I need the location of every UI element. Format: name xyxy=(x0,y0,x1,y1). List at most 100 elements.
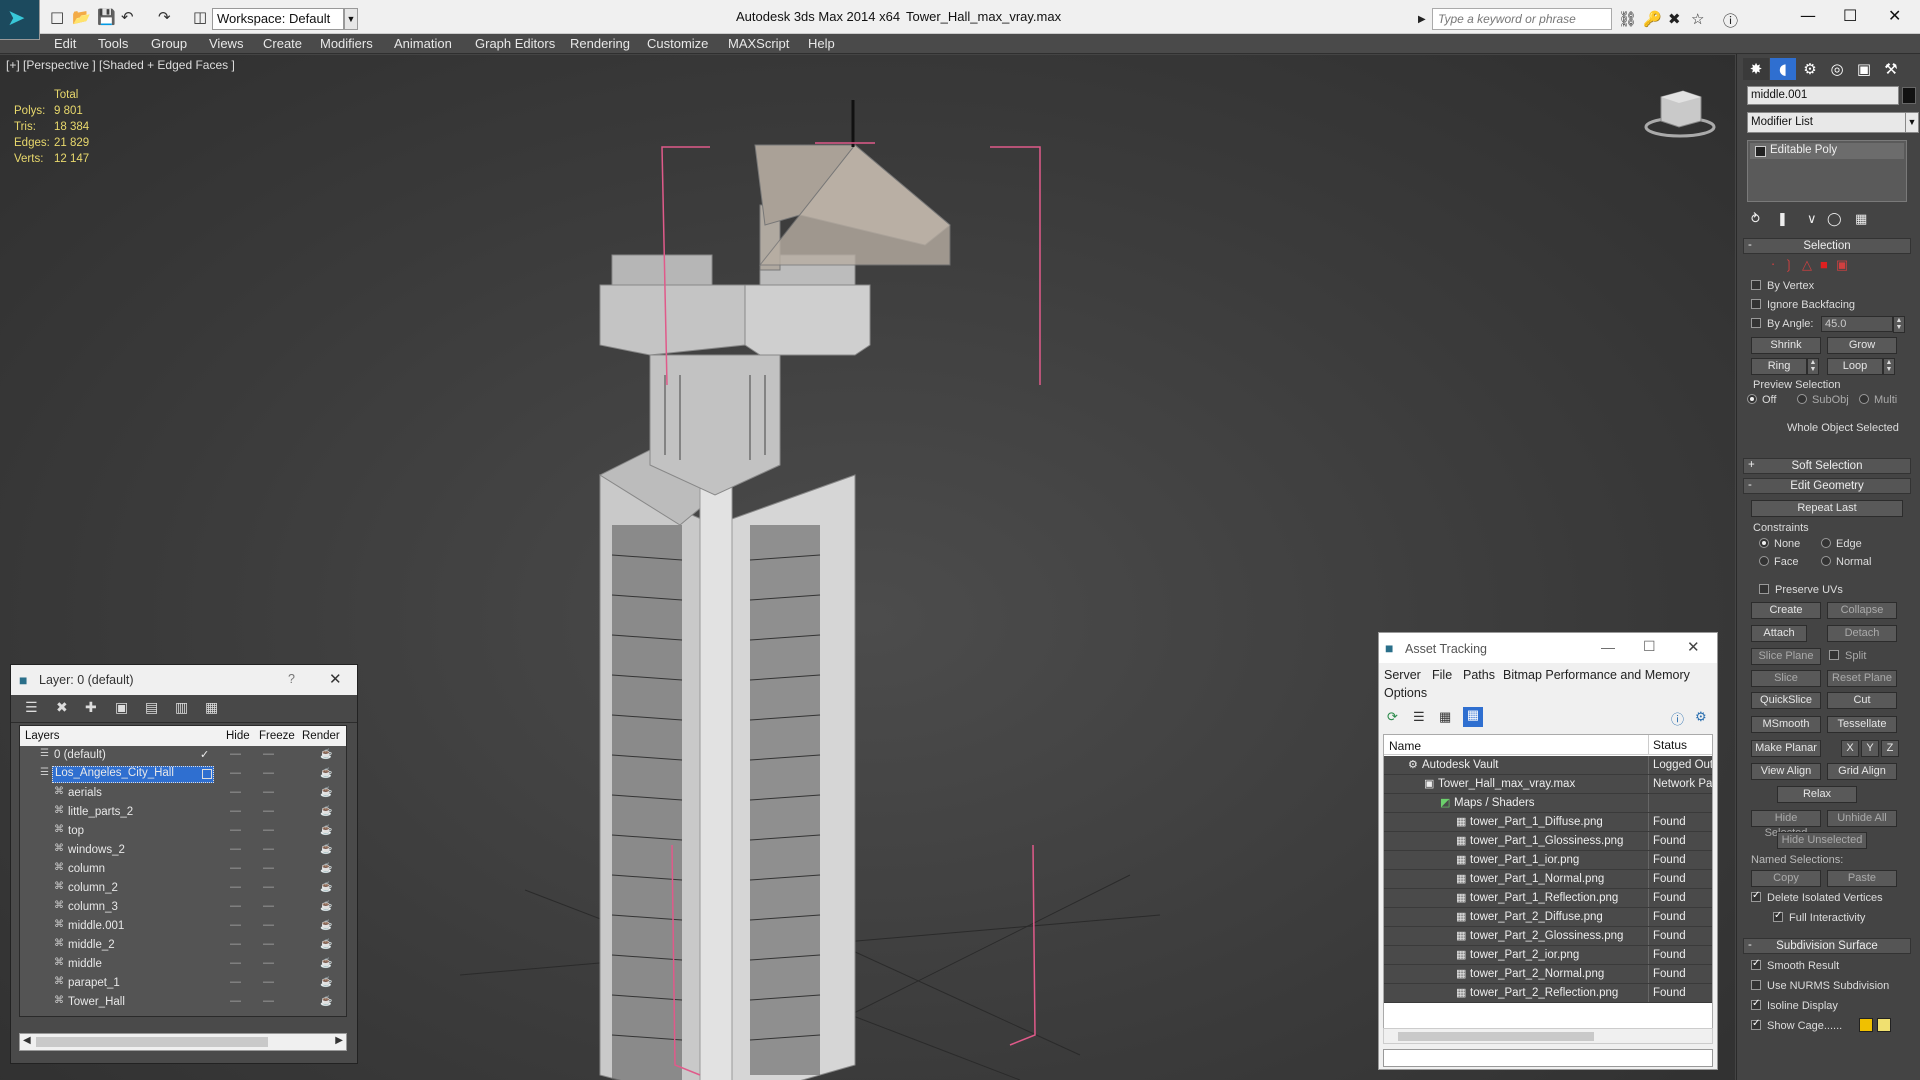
hide-toggle[interactable]: — xyxy=(230,919,241,931)
hide-toggle[interactable]: — xyxy=(230,824,241,836)
render-teapot-icon[interactable]: ☕ xyxy=(320,901,332,912)
preview-multi-radio[interactable]: Multi xyxy=(1859,394,1897,406)
utilities-tab-icon[interactable]: ⚒ xyxy=(1878,58,1904,80)
layer-row[interactable]: ⌘ column_2 — — ☕ xyxy=(20,879,346,898)
layer-list[interactable]: Layers Hide Freeze Render ☰ 0 (default) ✓ —… xyxy=(19,725,347,1017)
column-status[interactable]: Status xyxy=(1648,735,1687,755)
asset-row[interactable]: ▦ tower_Part_1_Diffuse.png Found xyxy=(1384,813,1712,832)
render-teapot-icon[interactable]: ☕ xyxy=(320,958,332,969)
cut-button[interactable]: Cut xyxy=(1827,692,1897,709)
create-tab-icon[interactable]: ✸ xyxy=(1743,58,1769,80)
isoline-display-checkbox[interactable]: Isoline Display xyxy=(1751,998,1838,1012)
cage-color-swatch-1[interactable] xyxy=(1859,1018,1873,1032)
layer-name[interactable]: column xyxy=(68,863,105,875)
freeze-toggle[interactable]: — xyxy=(263,824,274,836)
layer-name[interactable]: parapet_1 xyxy=(68,977,120,989)
scroll-right-icon[interactable]: ▶ xyxy=(335,1035,343,1046)
chevron-down-icon[interactable]: ▼ xyxy=(1905,112,1919,133)
help-icon[interactable]: ⓘ xyxy=(1723,10,1738,31)
menu-server[interactable]: Server xyxy=(1384,668,1421,682)
layer-row[interactable]: ⌘ middle_2 — — ☕ xyxy=(20,936,346,955)
copy-button[interactable]: Copy xyxy=(1751,870,1821,887)
split-checkbox[interactable]: Split xyxy=(1829,650,1866,662)
select-in-layer-icon[interactable]: ▤ xyxy=(145,700,158,716)
hide-toggle[interactable]: — xyxy=(230,767,241,779)
tessellate-button[interactable]: Tessellate xyxy=(1827,716,1897,733)
reset-plane-button[interactable]: Reset Plane xyxy=(1827,670,1897,687)
menu-customize[interactable]: Customize xyxy=(647,36,708,51)
highlight-layer-icon[interactable]: ▥ xyxy=(175,700,188,716)
layer-name[interactable]: middle xyxy=(68,958,102,970)
preview-off-radio[interactable]: Off xyxy=(1747,394,1776,406)
collapse-button[interactable]: Collapse xyxy=(1827,602,1897,619)
asset-row[interactable]: ▦ tower_Part_1_Reflection.png Found xyxy=(1384,889,1712,908)
layer-row[interactable]: ⌘ column — — ☕ xyxy=(20,860,346,879)
selection-rollout[interactable]: - Selection xyxy=(1743,238,1911,254)
planar-x-button[interactable]: X xyxy=(1841,740,1859,757)
ring-spinner[interactable]: ▲ ▼ xyxy=(1807,358,1819,375)
freeze-toggle[interactable]: — xyxy=(263,995,274,1007)
render-teapot-icon[interactable]: ☕ xyxy=(320,768,332,779)
render-teapot-icon[interactable]: ☕ xyxy=(320,882,332,893)
favorites-star-icon[interactable]: ☆ xyxy=(1691,10,1704,28)
render-teapot-icon[interactable]: ☕ xyxy=(320,939,332,950)
menu-create[interactable]: Create xyxy=(263,36,302,51)
constraint-normal-radio[interactable]: Normal xyxy=(1821,556,1871,568)
viewcube-icon[interactable] xyxy=(1643,87,1717,139)
layer-row[interactable]: ⌘ Tower_Hall — — ☕ xyxy=(20,993,346,1012)
remove-modifier-icon[interactable]: ◯ xyxy=(1827,212,1842,227)
layer-name[interactable]: windows_2 xyxy=(68,844,125,856)
layer-row[interactable]: ⌘ top — — ☕ xyxy=(20,822,346,841)
set-current-layer-icon[interactable] xyxy=(202,769,212,779)
layer-row[interactable]: ⌘ little_parts_2 — — ☕ xyxy=(20,803,346,822)
smooth-result-checkbox[interactable]: Smooth Result xyxy=(1751,958,1839,972)
shrink-button[interactable]: Shrink xyxy=(1751,337,1821,354)
maximize-icon[interactable]: ☐ xyxy=(1843,6,1857,25)
workspace-select[interactable]: Workspace: Default xyxy=(212,8,344,30)
menu-paths[interactable]: Paths xyxy=(1463,668,1495,682)
layer-name[interactable]: little_parts_2 xyxy=(68,806,133,818)
by-angle-checkbox[interactable]: By Angle: xyxy=(1751,318,1813,330)
column-name[interactable]: Name xyxy=(1389,739,1421,753)
loop-spinner[interactable]: ▲ ▼ xyxy=(1883,358,1895,375)
freeze-toggle[interactable]: — xyxy=(263,919,274,931)
asset-row[interactable]: ▦ tower_Part_2_ior.png Found xyxy=(1384,946,1712,965)
hide-toggle[interactable]: — xyxy=(230,995,241,1007)
show-cage-checkbox[interactable]: Show Cage...... xyxy=(1751,1018,1842,1032)
delete-isolated-checkbox[interactable]: Delete Isolated Vertices xyxy=(1751,890,1883,904)
freeze-toggle[interactable]: — xyxy=(263,805,274,817)
render-teapot-icon[interactable]: ☕ xyxy=(320,920,332,931)
freeze-toggle[interactable]: — xyxy=(263,767,274,779)
hide-selected-button[interactable]: Hide Selected xyxy=(1751,810,1821,839)
menu-maxscript[interactable]: MAXScript xyxy=(728,36,789,51)
column-hide[interactable]: Hide xyxy=(226,730,250,742)
loop-button[interactable]: Loop xyxy=(1827,358,1883,375)
add-to-layer-icon[interactable]: ▣ xyxy=(115,700,128,716)
layer-name[interactable]: middle.001 xyxy=(68,920,124,932)
maximize-icon[interactable]: ☐ xyxy=(1643,638,1656,655)
menu-bitmap-performance[interactable]: Bitmap Performance and Memory xyxy=(1503,668,1690,682)
layer-row[interactable]: ⌘ aerials — — ☕ xyxy=(20,784,346,803)
settings-icon[interactable]: ⚙ xyxy=(1695,709,1707,725)
preserve-uvs-checkbox[interactable]: Preserve UVs xyxy=(1759,584,1843,596)
planar-z-button[interactable]: Z xyxy=(1881,740,1899,757)
column-render[interactable]: Render xyxy=(302,730,340,742)
freeze-toggle[interactable]: — xyxy=(263,957,274,969)
close-icon[interactable]: ✕ xyxy=(1888,6,1901,25)
layer-row[interactable]: ⌘ parapet_1 — — ☕ xyxy=(20,974,346,993)
details-view-icon[interactable]: ▦ xyxy=(1439,709,1451,725)
asset-name[interactable]: Tower_Hall_max_vray.max xyxy=(1438,778,1575,790)
freeze-toggle[interactable]: — xyxy=(263,862,274,874)
asset-row[interactable]: ▦ tower_Part_1_ior.png Found xyxy=(1384,851,1712,870)
pin-stack-icon[interactable]: ⥁ xyxy=(1751,212,1760,227)
binoculars-icon[interactable]: ⛓ xyxy=(1618,10,1637,28)
cage-color-swatch-2[interactable] xyxy=(1877,1018,1891,1032)
preview-subobj-radio[interactable]: SubObj xyxy=(1797,394,1849,406)
asset-name[interactable]: tower_Part_1_Reflection.png xyxy=(1470,892,1618,904)
grid-align-button[interactable]: Grid Align xyxy=(1827,763,1897,780)
hide-toggle[interactable]: — xyxy=(230,957,241,969)
asset-name[interactable]: tower_Part_2_Diffuse.png xyxy=(1470,911,1603,923)
by-vertex-checkbox[interactable]: By Vertex xyxy=(1751,280,1814,292)
use-nurms-checkbox[interactable]: Use NURMS Subdivision xyxy=(1751,980,1889,992)
planar-y-button[interactable]: Y xyxy=(1861,740,1879,757)
